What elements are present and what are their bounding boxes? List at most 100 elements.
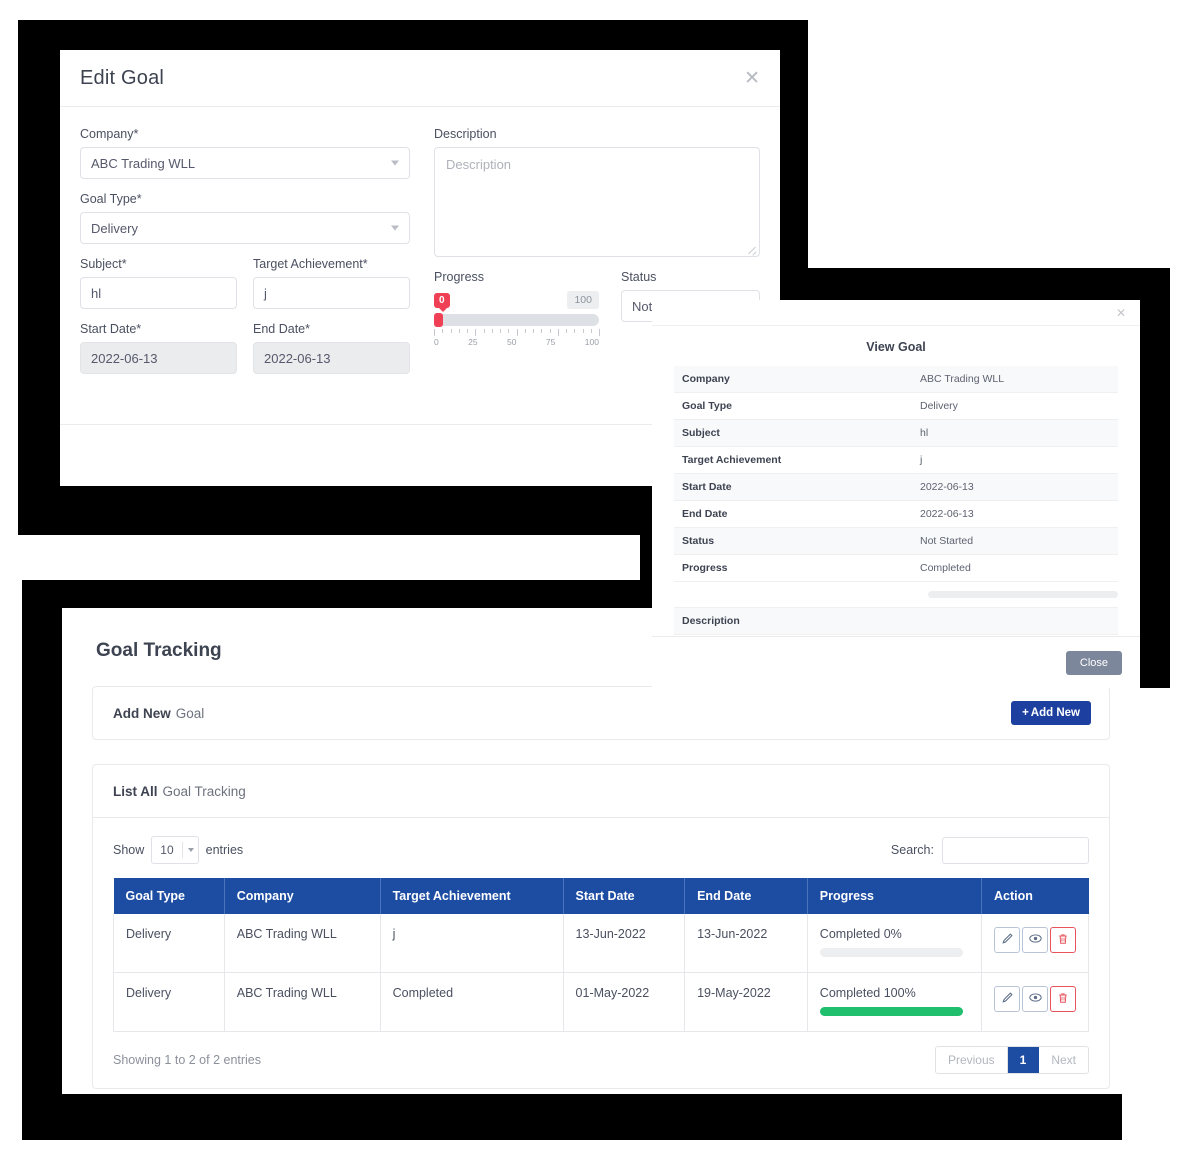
delete-icon (1057, 992, 1069, 1007)
cell-start-date: 01-May-2022 (562, 972, 686, 1032)
add-new-button[interactable]: + Add New (1011, 701, 1091, 725)
table-info: Showing 1 to 2 of 2 entries (113, 1053, 262, 1067)
edit-icon (1001, 932, 1013, 948)
cell-action (981, 914, 1089, 973)
view-button[interactable] (1022, 927, 1048, 953)
status-label: Status (621, 270, 657, 284)
table-column-header[interactable]: Start Date (563, 878, 686, 914)
ruler-tick (549, 329, 551, 333)
table-column-header[interactable]: Company (224, 878, 381, 914)
edit-button[interactable] (994, 927, 1020, 953)
datatable-toolbar: Show 10 entries Search: (113, 836, 1089, 864)
table-row: Delivery ABC Trading WLL j 13-Jun-2022 13-Ju… (113, 914, 1089, 973)
ruler-tick (508, 329, 510, 333)
view-goal-row-value: j (920, 454, 923, 466)
pagination-page-1[interactable]: 1 (1007, 1047, 1040, 1073)
company-select[interactable]: ABC Trading WLL (80, 147, 410, 179)
add-new-card: Add New Goal + Add New (92, 686, 1110, 740)
description-placeholder: Description (446, 157, 512, 172)
start-date-input[interactable]: 2022-06-13 (80, 342, 237, 374)
subject-target-row: Subject* hl Target Achievement* j (80, 257, 410, 309)
view-goal-row: Target Achievement j (674, 447, 1118, 474)
view-icon (1028, 932, 1042, 948)
goal-tracking-table: Goal Type Company Target Achievement Start … (113, 878, 1089, 1032)
ruler-tick (458, 329, 460, 333)
pagination: Previous 1 Next (934, 1046, 1089, 1074)
progress-bar (819, 1007, 963, 1016)
progress-slider[interactable] (434, 313, 599, 327)
goal-type-select[interactable]: Delivery (80, 212, 410, 244)
view-goal-row-key: End Date (682, 508, 728, 520)
progress-field-group: Progress 0 100 0 25 50 75 100 (434, 270, 600, 347)
resize-handle-icon[interactable] (747, 244, 757, 254)
show-label: Show (113, 843, 145, 857)
view-goal-row: Company ABC Trading WLL (674, 366, 1118, 393)
ruler-tick (590, 329, 592, 333)
table-body: Delivery ABC Trading WLL j 13-Jun-2022 13-Ju… (113, 914, 1089, 1032)
close-icon[interactable]: ✕ (744, 69, 760, 88)
entries-per-page-select[interactable]: 10 (151, 836, 199, 864)
view-goal-row: Goal Type Delivery (674, 393, 1118, 420)
table-row: Delivery ABC Trading WLL Completed 01-May-2… (113, 972, 1089, 1032)
ruler-tick (483, 329, 485, 333)
cell-target-achievement: j (379, 914, 564, 973)
view-goal-row: Progress Completed (674, 555, 1118, 582)
table-column-header[interactable]: Progress (807, 878, 983, 914)
table-column-header[interactable]: Target Achievement (380, 878, 564, 914)
view-goal-row-key: Goal Type (682, 400, 732, 412)
view-button[interactable] (1022, 986, 1048, 1012)
cell-start-date: 13-Jun-2022 (562, 914, 686, 973)
add-new-card-header: Add New Goal + Add New (93, 687, 1109, 739)
table-header-row: Goal Type Company Target Achievement Start … (113, 878, 1089, 914)
progress-bar (819, 948, 963, 957)
target-achievement-input[interactable]: j (253, 277, 410, 309)
view-goal-footer: Close (652, 636, 1140, 688)
view-goal-row: Status Not Started (674, 528, 1118, 555)
goal-type-value: Delivery (91, 220, 138, 236)
view-goal-row-value: Not Started (920, 535, 974, 547)
view-goal-row-key: Status (682, 535, 715, 547)
ruler-tick-label: 25 (468, 337, 478, 347)
table-column-header[interactable]: Goal Type (113, 878, 225, 914)
description-label: Description (434, 127, 497, 141)
goal-type-field-group: Goal Type* Delivery (80, 192, 410, 244)
end-date-label: End Date* (253, 322, 310, 336)
delete-button[interactable] (1050, 927, 1076, 953)
start-date-label: Start Date* (80, 322, 142, 336)
view-goal-header: ✕ (652, 300, 1140, 326)
ruler-tick (557, 329, 559, 336)
progress-ruler-labels: 0 25 50 75 100 (434, 337, 599, 347)
cell-progress: Completed 0% (806, 914, 983, 973)
search-input[interactable] (942, 836, 1089, 864)
progress-current-bubble: 0 (434, 292, 450, 312)
ruler-tick-label: 75 (545, 337, 556, 347)
ruler-tick (599, 329, 600, 336)
datatable-footer: Showing 1 to 2 of 2 entries Previous 1 N… (113, 1046, 1089, 1074)
table-column-header[interactable]: Action (981, 878, 1089, 914)
pagination-previous[interactable]: Previous (935, 1047, 1008, 1073)
target-achievement-field-group: Target Achievement* j (253, 257, 410, 309)
description-textarea[interactable]: Description (434, 147, 760, 257)
progress-slider-handle[interactable] (434, 313, 443, 327)
edit-button[interactable] (994, 986, 1020, 1012)
select-divider (181, 842, 183, 858)
end-date-input[interactable]: 2022-06-13 (253, 342, 410, 374)
table-column-header[interactable]: End Date (684, 878, 808, 914)
delete-button[interactable] (1050, 986, 1076, 1012)
cell-end-date: 19-May-2022 (684, 972, 808, 1032)
edit-goal-title: Edit Goal (80, 66, 165, 89)
date-row: Start Date* 2022-06-13 End Date* 2022-06… (80, 322, 410, 374)
cell-goal-type: Delivery (113, 972, 225, 1032)
view-goal-row-key: Start Date (682, 481, 732, 493)
list-all-title-strong: List All (113, 783, 158, 799)
close-icon[interactable]: ✕ (1116, 307, 1126, 319)
pagination-next[interactable]: Next (1039, 1047, 1088, 1073)
subject-input[interactable]: hl (80, 277, 237, 309)
close-button[interactable]: Close (1065, 650, 1122, 675)
chevron-down-icon (187, 848, 194, 852)
ruler-tick (516, 329, 518, 336)
ruler-tick (491, 329, 493, 333)
view-goal-row-value: hl (920, 427, 929, 439)
add-new-button-label: Add New (1030, 707, 1080, 719)
view-goal-row-value: Delivery (920, 400, 958, 412)
